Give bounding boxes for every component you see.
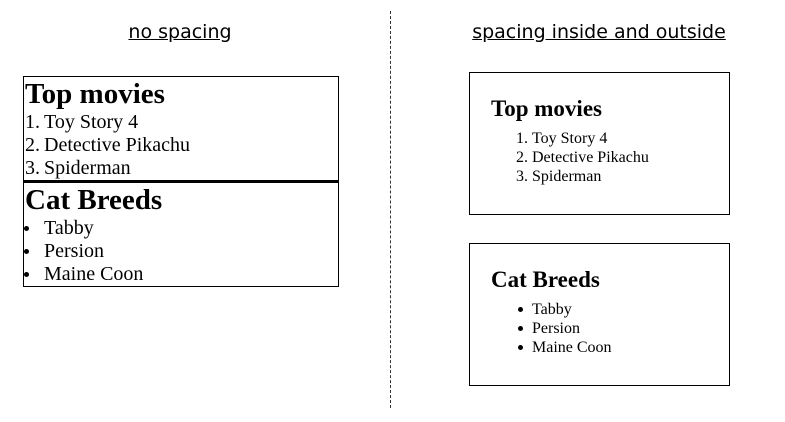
list-label: Spiderman bbox=[532, 168, 602, 185]
list-item: 3. Spiderman bbox=[516, 167, 708, 186]
list-label: Tabby bbox=[532, 301, 572, 318]
caption-spacing-inside-outside: spacing inside and outside bbox=[472, 21, 726, 43]
list-item: 2. Detective Pikachu bbox=[25, 134, 338, 157]
movies-box-no-spacing: Top movies 1. Toy Story 4 2. Detective Pik… bbox=[23, 76, 339, 181]
list-number: 2. bbox=[25, 134, 40, 156]
movies-list: 1. Toy Story 4 2. Detective Pikachu 3. Spid… bbox=[491, 129, 708, 186]
list-item: 1. Toy Story 4 bbox=[25, 111, 338, 134]
list-number: 3. bbox=[25, 157, 40, 179]
bullet-icon bbox=[24, 272, 29, 277]
list-number: 1. bbox=[25, 111, 40, 133]
list-item: Persion bbox=[24, 240, 338, 263]
list-label: Maine Coon bbox=[44, 263, 144, 285]
bullet-icon bbox=[518, 345, 523, 350]
bullet-icon bbox=[518, 307, 523, 312]
movies-box-spaced: Top movies 1. Toy Story 4 2. Detective Pik… bbox=[469, 72, 730, 215]
list-label: Tabby bbox=[44, 217, 94, 239]
dashed-divider bbox=[390, 11, 391, 408]
list-item: Persion bbox=[516, 319, 708, 338]
bullet-icon bbox=[24, 226, 29, 231]
cats-title: Cat Breeds bbox=[491, 267, 600, 292]
cats-title: Cat Breeds bbox=[25, 184, 163, 216]
list-number: 3. bbox=[516, 168, 528, 185]
list-item: Tabby bbox=[516, 300, 708, 319]
list-label: Toy Story 4 bbox=[532, 130, 608, 147]
list-label: Detective Pikachu bbox=[532, 149, 649, 166]
list-item: Tabby bbox=[24, 217, 338, 240]
no-spacing-column: Top movies 1. Toy Story 4 2. Detective Pik… bbox=[23, 76, 339, 287]
list-item: Maine Coon bbox=[516, 338, 708, 357]
list-item: 2. Detective Pikachu bbox=[516, 148, 708, 167]
movies-title: Top movies bbox=[25, 78, 165, 110]
list-label: Toy Story 4 bbox=[44, 111, 139, 133]
list-number: 2. bbox=[516, 149, 528, 166]
cats-box-no-spacing: Cat Breeds Tabby Persion Maine Coon bbox=[23, 181, 339, 287]
list-label: Persion bbox=[532, 320, 580, 337]
cats-box-spaced: Cat Breeds Tabby Persion Maine Coon bbox=[469, 243, 730, 386]
movies-title: Top movies bbox=[491, 96, 602, 121]
list-item: Maine Coon bbox=[24, 263, 338, 286]
bullet-icon bbox=[518, 326, 523, 331]
cats-list: Tabby Persion Maine Coon bbox=[491, 300, 708, 357]
movies-list: 1. Toy Story 4 2. Detective Pikachu 3. Spid… bbox=[24, 111, 338, 180]
caption-no-spacing: no spacing bbox=[128, 21, 232, 43]
cats-list: Tabby Persion Maine Coon bbox=[24, 217, 338, 286]
list-label: Maine Coon bbox=[532, 339, 612, 356]
list-item: 3. Spiderman bbox=[25, 157, 338, 180]
list-label: Detective Pikachu bbox=[44, 134, 191, 156]
list-item: 1. Toy Story 4 bbox=[516, 129, 708, 148]
list-label: Persion bbox=[44, 240, 104, 262]
list-number: 1. bbox=[516, 130, 528, 147]
list-label: Spiderman bbox=[44, 157, 131, 179]
bullet-icon bbox=[24, 249, 29, 254]
